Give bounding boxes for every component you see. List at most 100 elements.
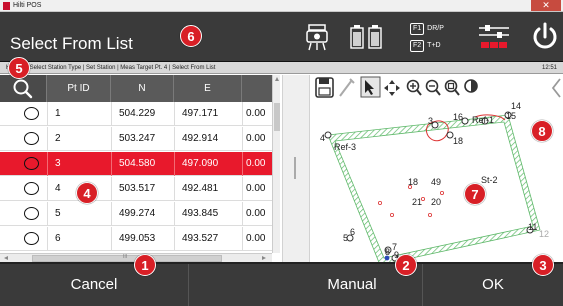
table-cell-id: 5 xyxy=(55,208,61,219)
breadcrumb: Hi yout | Select Station Type | Set Stat… xyxy=(0,62,563,74)
map-label: 49 xyxy=(431,177,441,187)
map-label: 12 xyxy=(539,229,549,239)
column-header-e[interactable]: E xyxy=(174,75,242,102)
zoom-extents-icon[interactable] xyxy=(444,79,460,96)
cell-divider xyxy=(242,202,243,226)
table-cell-e: 492.481 xyxy=(182,183,219,194)
row-radio-button[interactable] xyxy=(24,107,39,120)
cell-divider xyxy=(111,227,112,251)
table-row[interactable]: 3 504.580 497.090 0.00 xyxy=(0,152,272,176)
table-row[interactable]: 6 499.053 493.527 0.00 xyxy=(0,227,272,251)
table-cell-n: 503.517 xyxy=(119,183,156,194)
window-title: Hilti POS xyxy=(13,2,42,9)
callout-badge: 1 xyxy=(134,254,156,276)
table-row[interactable]: 2 503.247 492.914 0.00 xyxy=(0,127,272,151)
table-row[interactable]: 4 503.517 492.481 0.00 xyxy=(0,177,272,201)
clock: 12:51 xyxy=(541,65,557,71)
vertical-scroll-thumb[interactable] xyxy=(274,103,280,131)
cell-divider xyxy=(242,152,243,176)
window-close-button[interactable]: ✕ xyxy=(531,0,561,11)
search-button[interactable] xyxy=(0,75,47,102)
map-label: 21 xyxy=(412,197,422,207)
table-cell-id: 3 xyxy=(55,158,61,169)
row-radio-button[interactable] xyxy=(24,132,39,145)
zoom-out-icon[interactable] xyxy=(425,79,441,96)
instrument-icon[interactable] xyxy=(300,20,334,54)
callout-badge: 6 xyxy=(180,25,202,47)
cell-divider xyxy=(242,127,243,151)
cell-divider xyxy=(111,127,112,151)
cell-divider xyxy=(111,152,112,176)
cell-divider xyxy=(174,202,175,226)
save-icon[interactable] xyxy=(315,77,334,98)
select-pointer-icon[interactable] xyxy=(360,76,381,98)
cell-divider xyxy=(242,102,243,126)
map-label: 20 xyxy=(431,197,441,207)
table-cell-e: 492.914 xyxy=(182,133,219,144)
table-cell-e: 493.845 xyxy=(182,208,219,219)
site-boundary xyxy=(327,114,541,266)
zoom-in-icon[interactable] xyxy=(406,79,422,96)
cell-divider xyxy=(174,177,175,201)
battery-icon[interactable] xyxy=(346,20,386,54)
breadcrumb-text: Hi yout | Select Station Type | Set Stat… xyxy=(6,65,216,71)
app-icon xyxy=(3,2,10,10)
settings-sliders-icon[interactable] xyxy=(474,20,514,54)
table-cell-id: 1 xyxy=(55,108,61,119)
divider xyxy=(188,264,189,306)
map-view[interactable]: 14 15 16 Ref-1 3 18 4 Ref-3 18 49 21 20 … xyxy=(310,75,563,266)
table-row[interactable]: 5 499.274 493.845 0.00 xyxy=(0,202,272,226)
contrast-icon[interactable] xyxy=(464,79,478,93)
cancel-button[interactable]: Cancel xyxy=(0,264,188,306)
panel-splitter[interactable] xyxy=(282,75,310,262)
f1-key: F1 xyxy=(410,22,425,35)
power-icon[interactable] xyxy=(528,20,562,54)
splitter-grip[interactable] xyxy=(294,157,296,179)
row-radio-button[interactable] xyxy=(24,207,39,220)
horizontal-scroll-thumb[interactable]: III xyxy=(32,254,222,262)
cell-divider xyxy=(47,202,48,226)
face-toggle-control[interactable]: F1 DR/P F2 T+D xyxy=(410,20,462,54)
table-cell-id: 2 xyxy=(55,133,61,144)
map-label: 11 xyxy=(528,222,537,232)
table-cell-extra: 0.00 xyxy=(246,158,266,169)
scroll-grip: III xyxy=(123,254,128,260)
table-cell-n: 499.053 xyxy=(119,233,156,244)
map-label: 16 xyxy=(453,112,463,122)
measure-tool-icon[interactable] xyxy=(339,78,355,97)
map-label: 18 xyxy=(408,177,418,187)
column-header-n[interactable]: N xyxy=(111,75,174,102)
cell-divider xyxy=(47,227,48,251)
f2-key: F2 xyxy=(410,39,425,52)
cell-divider xyxy=(47,177,48,201)
row-radio-button[interactable] xyxy=(24,182,39,195)
dr-label: DR/P xyxy=(427,25,444,32)
map-label: 4 xyxy=(320,133,325,143)
row-radio-button[interactable] xyxy=(24,232,39,245)
table-cell-n: 503.247 xyxy=(119,133,156,144)
scroll-left-arrow-icon[interactable] xyxy=(4,256,8,260)
cell-divider xyxy=(242,227,243,251)
map-label: Ref-1 xyxy=(472,115,494,125)
column-header-ptid[interactable]: Pt ID xyxy=(47,75,111,102)
scroll-right-arrow-icon[interactable] xyxy=(262,256,266,260)
collapse-panel-icon[interactable] xyxy=(551,78,561,98)
pan-icon[interactable] xyxy=(384,80,400,96)
map-label: Ref-3 xyxy=(334,142,356,152)
callout-badge: 2 xyxy=(395,254,417,276)
callout-badge: 7 xyxy=(464,183,486,205)
td-label: T+D xyxy=(427,42,441,49)
map-label: 15 xyxy=(506,111,516,121)
map-label: 8 xyxy=(385,247,390,257)
map-label: 6 xyxy=(350,227,355,237)
table-row[interactable]: 1 504.229 497.171 0.00 xyxy=(0,102,272,126)
table-cell-n: 504.580 xyxy=(119,158,156,169)
row-radio-button[interactable] xyxy=(24,157,39,170)
vertical-scrollbar[interactable] xyxy=(272,75,280,253)
cell-divider xyxy=(47,152,48,176)
app-header: Select From List F1 DR/P F2 T+D xyxy=(0,12,563,62)
map-label: St-2 xyxy=(481,175,498,185)
table-cell-e: 497.171 xyxy=(182,108,219,119)
scroll-up-arrow-icon[interactable] xyxy=(275,77,279,81)
table-cell-n: 504.229 xyxy=(119,108,156,119)
